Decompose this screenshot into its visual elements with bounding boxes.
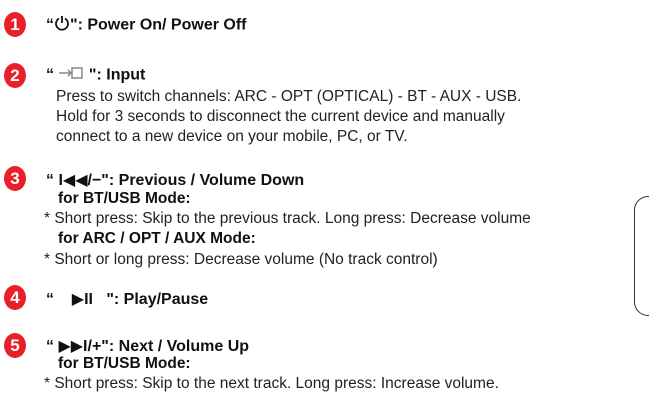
heading-prefix: “ — [46, 66, 59, 84]
side-bracket — [634, 196, 649, 316]
step-number-badge: 3 — [4, 166, 26, 191]
mode-description: * Short press: Skip to the next track. L… — [44, 375, 499, 392]
input-description-line: Press to switch channels: ARC - OPT (OPT… — [56, 88, 522, 105]
mode-description: * Short press: Skip to the previous trac… — [44, 210, 531, 227]
step-number-badge: 2 — [4, 63, 26, 88]
mode-subheading: for ARC / OPT / AUX Mode: — [58, 230, 256, 247]
power-icon — [54, 15, 70, 36]
input-icon — [58, 66, 84, 85]
mode-description: * Short or long press: Decrease volume (… — [44, 251, 438, 268]
previous-heading: “ I◀◀/−": Previous / Volume Down — [46, 172, 305, 189]
mode-subheading: for BT/USB Mode: — [58, 355, 191, 372]
input-description-line: Hold for 3 seconds to disconnect the cur… — [56, 108, 505, 125]
step-number-badge: 4 — [4, 285, 26, 310]
power-heading: “ ": Power On/ Power Off — [46, 15, 247, 36]
step-number-badge: 5 — [4, 333, 26, 358]
play-pause-heading: “ ▶II ": Play/Pause — [46, 291, 209, 308]
step-number-badge: 1 — [4, 12, 26, 37]
mode-subheading: for BT/USB Mode: — [58, 190, 191, 207]
next-heading: “ ▶▶I/+": Next / Volume Up — [46, 338, 250, 355]
heading-text: ": Power On/ Power Off — [70, 16, 247, 34]
heading-text: ": Input — [84, 66, 146, 84]
input-description-line: connect to a new device on your mobile, … — [56, 128, 408, 145]
heading-prefix: “ — [46, 16, 54, 34]
input-heading: “ ": Input — [46, 66, 145, 85]
